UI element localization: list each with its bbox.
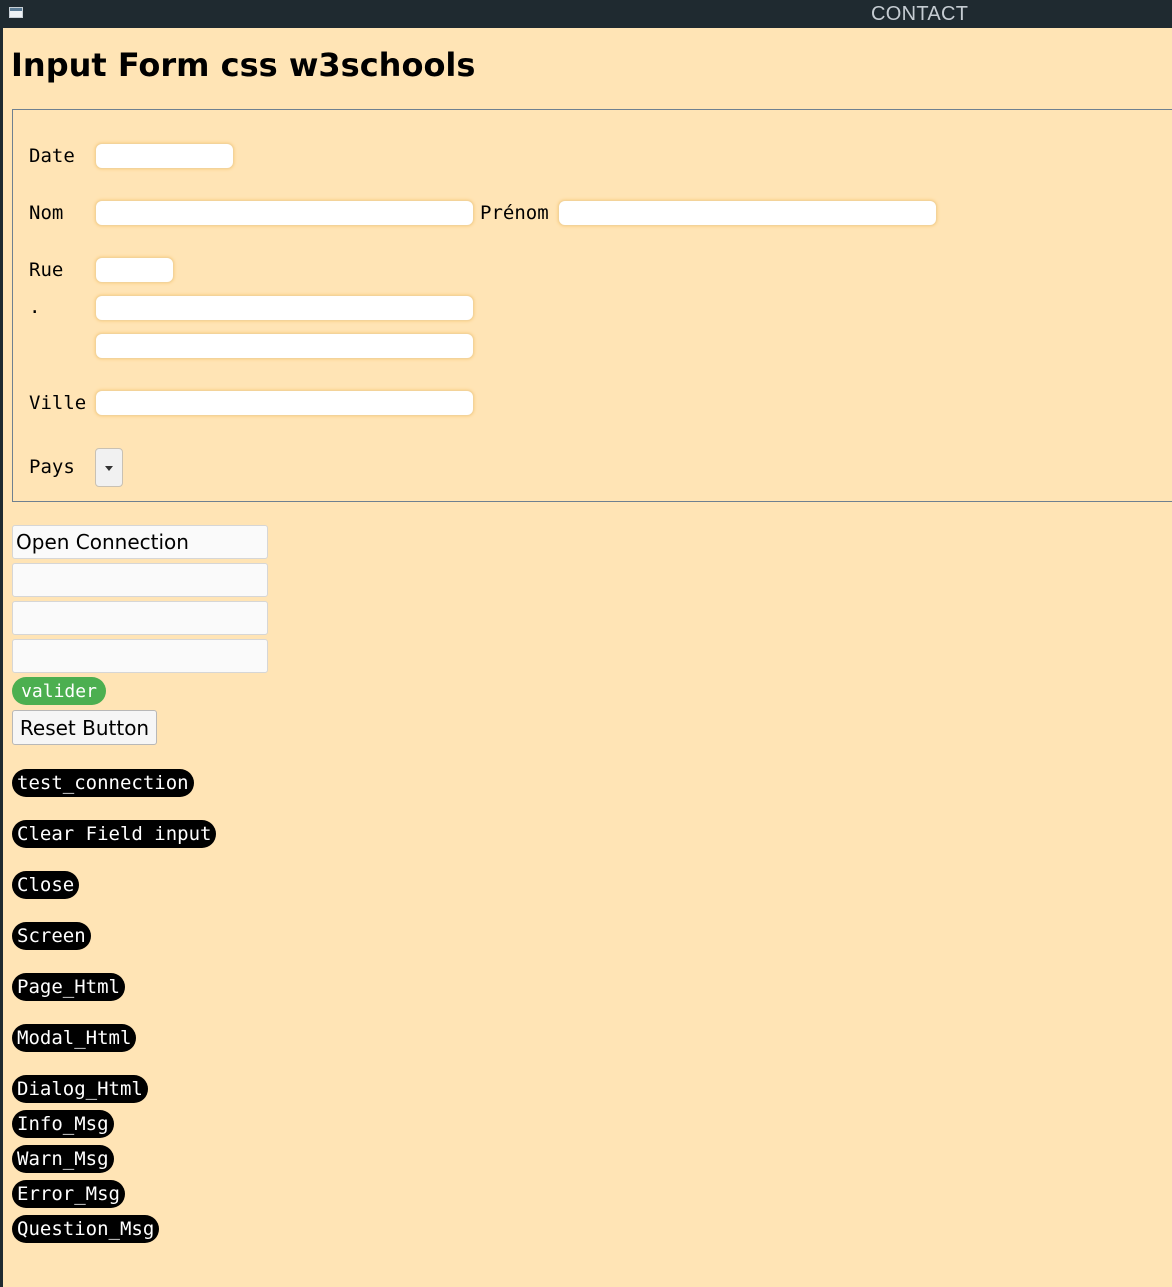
rue-dot-label: .: [29, 296, 41, 318]
ville-label: Ville: [29, 392, 87, 414]
valider-button[interactable]: valider: [12, 677, 106, 705]
date-label: Date: [29, 145, 75, 167]
test-connection-button[interactable]: test_connection: [12, 769, 194, 797]
close-button[interactable]: Close: [12, 871, 80, 899]
page-title: Input Form css w3schools: [11, 46, 476, 84]
chevron-down-icon: [105, 466, 113, 471]
date-field[interactable]: [95, 143, 234, 169]
rue-line3-field[interactable]: [95, 333, 474, 359]
modal-html-button[interactable]: Modal_Html: [12, 1024, 137, 1052]
rue-label: Rue: [29, 259, 64, 281]
reset-button[interactable]: Reset Button: [12, 710, 157, 745]
connection-field-2[interactable]: [12, 563, 268, 597]
warn-msg-button[interactable]: Warn_Msg: [12, 1145, 114, 1173]
nom-field[interactable]: [95, 200, 474, 226]
pays-select[interactable]: [95, 448, 123, 487]
window-icon[interactable]: [9, 7, 23, 18]
info-msg-button[interactable]: Info_Msg: [12, 1110, 114, 1138]
question-msg-button[interactable]: Question_Msg: [12, 1215, 160, 1243]
rue-number-field[interactable]: [95, 257, 174, 283]
window-border: [0, 28, 3, 1287]
prenom-field[interactable]: [558, 200, 937, 226]
ville-field[interactable]: [95, 390, 474, 416]
open-connection-field[interactable]: [12, 525, 268, 559]
pays-label: Pays: [29, 456, 75, 478]
rue-line2-field[interactable]: [95, 295, 474, 321]
connection-field-3[interactable]: [12, 601, 268, 635]
connection-field-4[interactable]: [12, 639, 268, 673]
clear-field-input-button[interactable]: Clear Field input: [12, 820, 217, 848]
screen-button[interactable]: Screen: [12, 922, 91, 950]
prenom-label: Prénom: [480, 202, 549, 224]
dialog-html-button[interactable]: Dialog_Html: [12, 1075, 148, 1103]
window-title: CONTACT: [871, 3, 969, 25]
page-html-button[interactable]: Page_Html: [12, 973, 125, 1001]
nom-label: Nom: [29, 202, 64, 224]
error-msg-button[interactable]: Error_Msg: [12, 1180, 125, 1208]
window-titlebar[interactable]: CONTACT: [0, 0, 1172, 28]
